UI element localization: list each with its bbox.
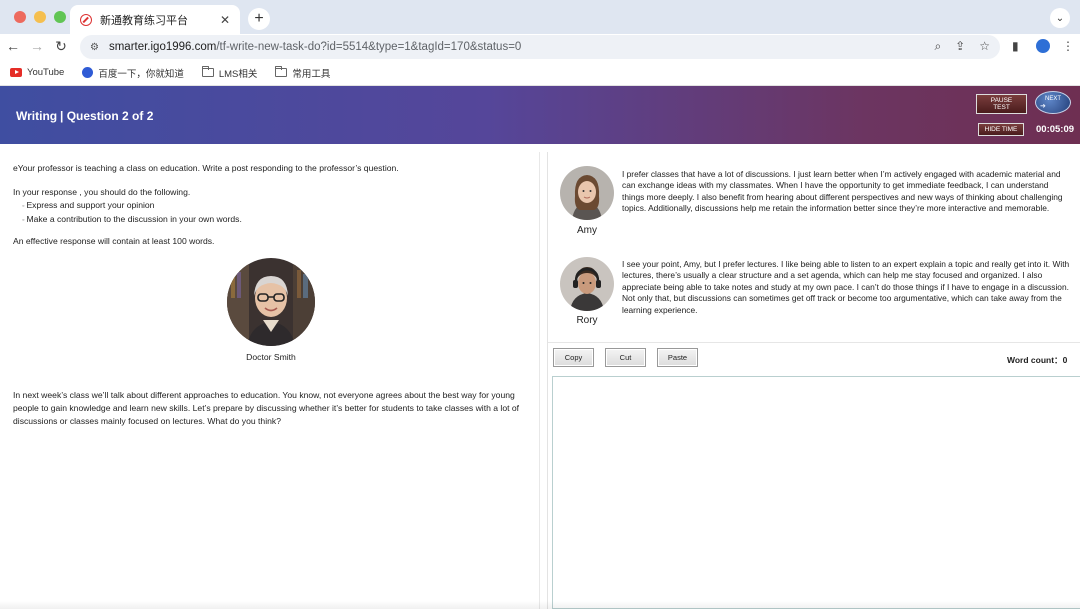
close-tab-icon[interactable]: ✕ (220, 13, 230, 27)
forward-button[interactable]: → (28, 38, 46, 54)
professor-avatar (227, 258, 315, 346)
response-panel: Amy I prefer classes that have a lot of … (547, 152, 1080, 609)
list-item: Make a contribution to the discussion in… (22, 213, 241, 227)
profile-avatar-icon[interactable] (1036, 39, 1050, 53)
folder-icon (275, 66, 288, 77)
pause-test-button[interactable]: PAUSE TEST (976, 94, 1027, 114)
cut-button[interactable]: Cut (605, 348, 646, 367)
test-label: TEST (993, 104, 1010, 111)
window-controls (14, 11, 66, 23)
bookmark-label: LMS相关 (218, 68, 258, 80)
zoom-icon[interactable]: ⌕ (934, 39, 941, 54)
browser-tab-active[interactable]: 新通教育练习平台 ✕ (70, 5, 240, 34)
browser-menu-icon[interactable]: ⋮ (1062, 39, 1074, 53)
bookmark-folder-lms[interactable]: LMS相关 (201, 66, 258, 80)
tab-title: 新通教育练习平台 (100, 14, 188, 27)
word-count: Word count：0 (1007, 354, 1067, 366)
paste-button[interactable]: Paste (657, 348, 698, 367)
share-icon[interactable]: ⇪ (955, 39, 965, 54)
professor-question: In next week’s class we’ll talk about di… (13, 390, 520, 426)
student-name-amy: Amy (577, 225, 597, 236)
url-host: smarter.igo1996.com (108, 41, 217, 53)
student-avatar-rory (560, 257, 614, 311)
tab-search-button[interactable]: ⌄ (1050, 8, 1070, 28)
student-name-rory: Rory (576, 315, 598, 326)
word-count-label: Word count： (1007, 355, 1063, 365)
bookmark-label: 常用工具 (292, 68, 331, 80)
next-button[interactable]: NEXT ➜ (1035, 91, 1071, 114)
prompt-intro: eYour professor is teaching a class on e… (13, 163, 399, 173)
copy-button[interactable]: Copy (553, 348, 594, 367)
bookmark-folder-tools[interactable]: 常用工具 (275, 66, 330, 80)
browser-tab-bar: 新通教育练习平台 ✕ + ⌄ (0, 0, 1080, 34)
student-post-amy: I prefer classes that have a lot of disc… (622, 169, 1063, 214)
question-counter: | Question 2 of 2 (60, 109, 154, 123)
browser-toolbar: ← → ↻ ⚙ smarter.igo1996.com/tf-write-new… (0, 34, 1080, 60)
word-requirement: An effective response will contain at le… (13, 236, 215, 246)
student-post-rory: I see your point, Amy, but I prefer lect… (622, 259, 1070, 315)
section-title: Writing (16, 109, 58, 123)
reload-button[interactable]: ↻ (52, 38, 70, 55)
prompt-panel: eYour professor is teaching a class on e… (0, 152, 540, 609)
divider (548, 342, 1080, 343)
close-window-button[interactable] (14, 11, 26, 23)
bookmark-star-icon[interactable]: ☆ (979, 39, 990, 54)
instruction-list: Express and support your opinion Make a … (22, 199, 242, 227)
minimize-window-button[interactable] (34, 11, 46, 23)
professor-name: Doctor Smith (246, 352, 296, 362)
word-count-value: 0 (1062, 355, 1068, 365)
bookmark-youtube[interactable]: YouTube (10, 67, 64, 78)
bookmark-baidu[interactable]: 百度一下，你就知道 (82, 66, 184, 80)
timer: 00:05:09 (1036, 124, 1075, 135)
bookmark-label: 百度一下，你就知道 (98, 68, 184, 80)
maximize-window-button[interactable] (54, 11, 66, 23)
bookmarks-bar: YouTube 百度一下，你就知道 LMS相关 常用工具 (0, 60, 1080, 86)
youtube-icon (10, 68, 22, 77)
baidu-paw-icon (82, 67, 94, 78)
back-button[interactable]: ← (4, 38, 22, 54)
student-avatar-amy (560, 166, 614, 220)
hide-time-button[interactable]: HIDE TIME (978, 123, 1024, 136)
test-header: Writing | Question 2 of 2 00:05:09 (0, 86, 1080, 144)
address-bar[interactable]: ⚙ smarter.igo1996.com/tf-write-new-task-… (80, 35, 1000, 59)
next-arrow-icon: ➜ (1040, 103, 1046, 110)
new-tab-button[interactable]: + (248, 8, 270, 30)
side-panel-icon[interactable]: ▮ (1012, 39, 1019, 53)
response-textarea[interactable] (552, 376, 1080, 609)
pause-label: PAUSE (990, 97, 1013, 104)
list-item: Express and support your opinion (22, 199, 242, 213)
site-favicon-icon (80, 13, 92, 26)
site-settings-icon[interactable]: ⚙ (90, 42, 99, 53)
folder-icon (201, 66, 214, 77)
bookmark-label: YouTube (27, 67, 65, 78)
prompt-instructions: In your response , you should do the fol… (13, 187, 191, 197)
url-path: /tf-write-new-task-do?id=5514&type=1&tag… (216, 41, 522, 53)
